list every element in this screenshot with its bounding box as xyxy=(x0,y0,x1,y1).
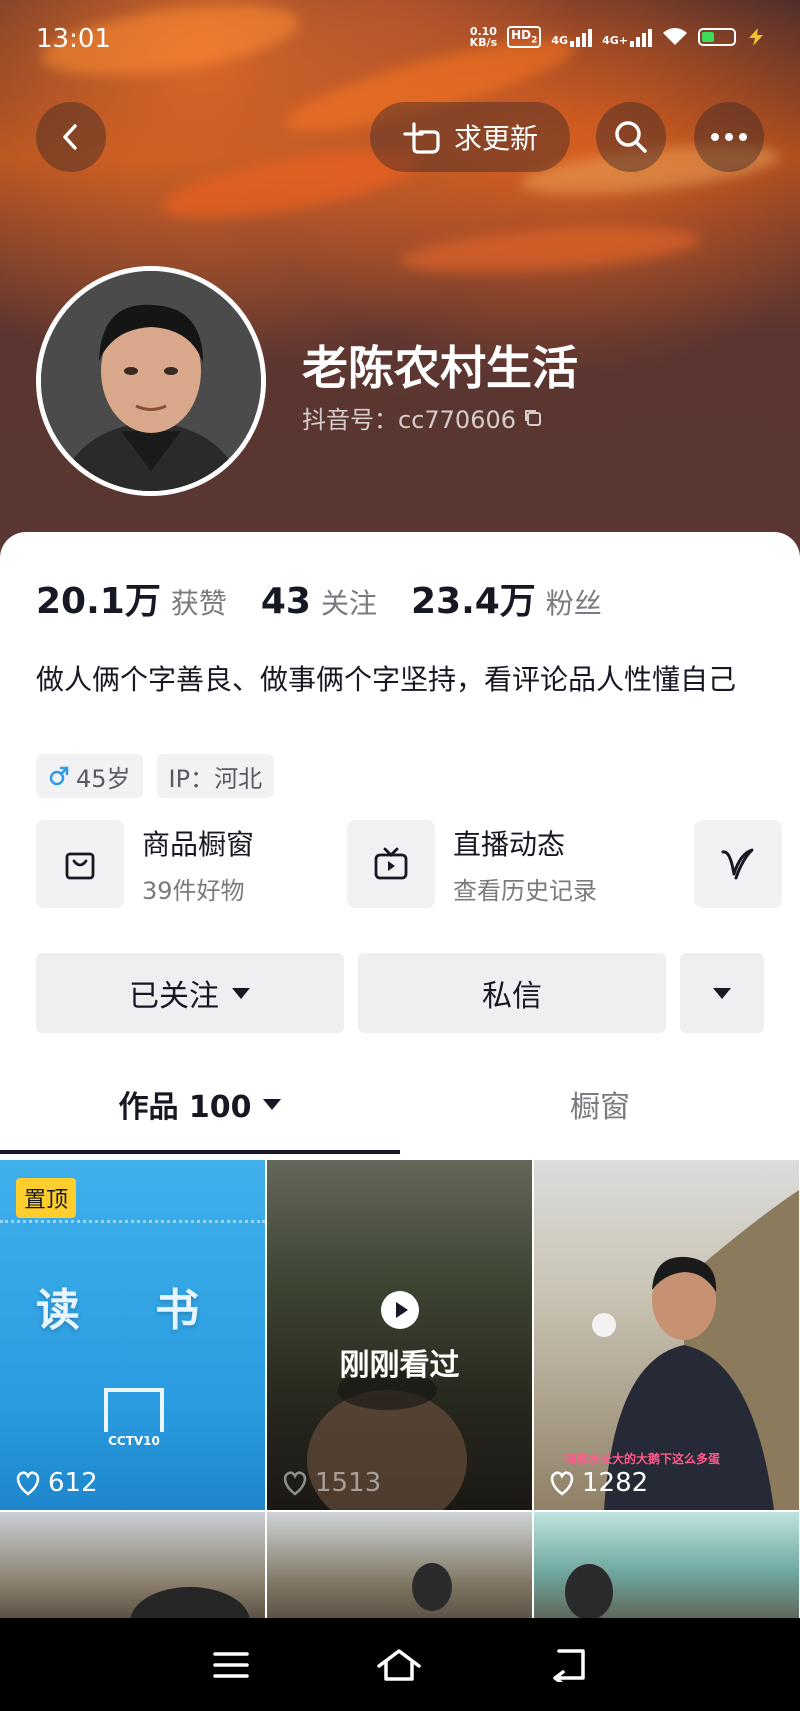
hand-pointer-icon xyxy=(403,122,440,154)
heart-icon xyxy=(16,1471,40,1496)
content-tabs: 作品 100 橱窗 xyxy=(0,1054,800,1154)
video-overlay-text: 读 书 xyxy=(35,1285,230,1336)
video-thumbnail[interactable] xyxy=(267,1512,532,1632)
play-icon xyxy=(267,1290,532,1330)
ip-location-tag: IP：河北 xyxy=(156,754,275,798)
tab-showcase[interactable]: 橱窗 xyxy=(400,1054,800,1154)
recent-face-image xyxy=(307,1370,467,1510)
video-likes: 1513 xyxy=(281,1468,381,1498)
status-time: 13:01 xyxy=(36,24,111,54)
shopping-bag-icon xyxy=(36,820,124,908)
signal-icon-2: 4G+ xyxy=(602,27,652,47)
vlog-entry[interactable] xyxy=(694,820,782,908)
more-button[interactable] xyxy=(694,102,764,172)
video-thumbnail[interactable]: 读 书 CCTV10 置顶 612 xyxy=(0,1160,265,1510)
bio: 做人俩个字善良、做事俩个字坚持，看评论品人性懂自己 xyxy=(36,663,737,696)
video-person-image xyxy=(565,1564,613,1620)
following-button[interactable]: 已关注 xyxy=(36,953,344,1033)
charging-icon xyxy=(749,28,763,46)
caret-down-icon xyxy=(713,988,731,999)
heart-icon xyxy=(283,1471,307,1496)
home-icon[interactable] xyxy=(376,1648,422,1682)
hd-icon: HD2 xyxy=(507,26,542,48)
feature-title: 直播动态 xyxy=(453,827,566,861)
video-likes: 1282 xyxy=(548,1468,648,1498)
menu-icon[interactable] xyxy=(213,1650,250,1680)
douyin-id: 抖音号：cc770606 xyxy=(302,406,517,434)
avatar-portrait-image xyxy=(41,271,261,491)
douyin-id-row[interactable]: 抖音号：cc770606 xyxy=(302,400,544,435)
video-thumbnail[interactable]: 喝泉水长大的大鹅下这么多蛋 1282 xyxy=(534,1160,799,1510)
video-thumbnail[interactable] xyxy=(0,1512,265,1632)
wifi-icon xyxy=(663,28,687,45)
tv-icon xyxy=(347,820,435,908)
cctv-logo-shape xyxy=(104,1388,164,1432)
more-dots-icon xyxy=(711,133,747,141)
search-button[interactable] xyxy=(596,102,666,172)
stat-likes[interactable]: 20.1万 获赞 xyxy=(36,572,227,624)
copy-icon[interactable] xyxy=(522,407,544,429)
caret-down-icon xyxy=(262,1099,281,1110)
request-update-label: 求更新 xyxy=(453,122,538,155)
request-update-button[interactable]: 求更新 xyxy=(370,102,570,172)
gender-age-tag: 45岁 xyxy=(36,754,143,798)
video-thumbnail[interactable]: 刚刚看过 1513 xyxy=(267,1160,532,1510)
caret-down-icon xyxy=(232,988,250,999)
chevron-left-icon xyxy=(63,124,77,150)
search-icon xyxy=(615,121,647,153)
avatar[interactable] xyxy=(36,266,266,496)
video-person-image xyxy=(130,1587,250,1632)
status-icons: 0.10 KB/s HD2 4G 4G+ xyxy=(470,26,766,48)
more-actions-button[interactable] xyxy=(680,953,764,1033)
battery-icon xyxy=(698,28,736,46)
network-speed: 0.10 KB/s xyxy=(469,25,498,49)
stat-following[interactable]: 43 关注 xyxy=(261,581,377,622)
stats-row: 20.1万 获赞 43 关注 23.4万 粉丝 xyxy=(36,572,602,624)
video-likes: 612 xyxy=(14,1468,98,1498)
video-caption: 喝泉水长大的大鹅下这么多蛋 xyxy=(564,1452,721,1466)
tab-works[interactable]: 作品 100 xyxy=(0,1054,400,1154)
live-history-entry[interactable]: 直播动态 查看历史记录 xyxy=(347,820,597,908)
recently-watched-label: 刚刚看过 xyxy=(339,1348,460,1383)
profile-card: 20.1万 获赞 43 关注 23.4万 粉丝 做人俩个字善良、做事俩个字坚持，… xyxy=(0,532,800,1711)
tab-underline xyxy=(0,1150,400,1154)
feature-subtitle: 查看历史记录 xyxy=(453,876,597,905)
product-showcase-entry[interactable]: 商品橱窗 39件好物 xyxy=(36,820,254,908)
v-logo-icon xyxy=(694,820,782,908)
back-nav-icon[interactable] xyxy=(549,1648,587,1682)
stat-followers[interactable]: 23.4万 粉丝 xyxy=(411,572,602,624)
male-icon xyxy=(49,766,69,786)
heart-icon xyxy=(550,1471,574,1496)
video-person-image xyxy=(412,1563,452,1611)
nickname: 老陈农村生活 xyxy=(302,341,578,395)
status-bar: 13:01 0.10 KB/s HD2 4G 4G+ xyxy=(0,0,800,80)
profile-tags: 45岁 IP：河北 xyxy=(36,754,275,798)
feature-subtitle: 39件好物 xyxy=(142,876,245,905)
feature-title: 商品橱窗 xyxy=(142,827,255,861)
back-button[interactable] xyxy=(36,102,106,172)
pinned-badge: 置顶 xyxy=(16,1178,77,1218)
signal-icon-1: 4G xyxy=(551,27,593,47)
cctv-logo-text: CCTV10 xyxy=(108,1434,160,1448)
message-button[interactable]: 私信 xyxy=(358,953,666,1033)
system-nav-bar xyxy=(0,1618,800,1711)
video-thumbnail[interactable] xyxy=(534,1512,799,1632)
